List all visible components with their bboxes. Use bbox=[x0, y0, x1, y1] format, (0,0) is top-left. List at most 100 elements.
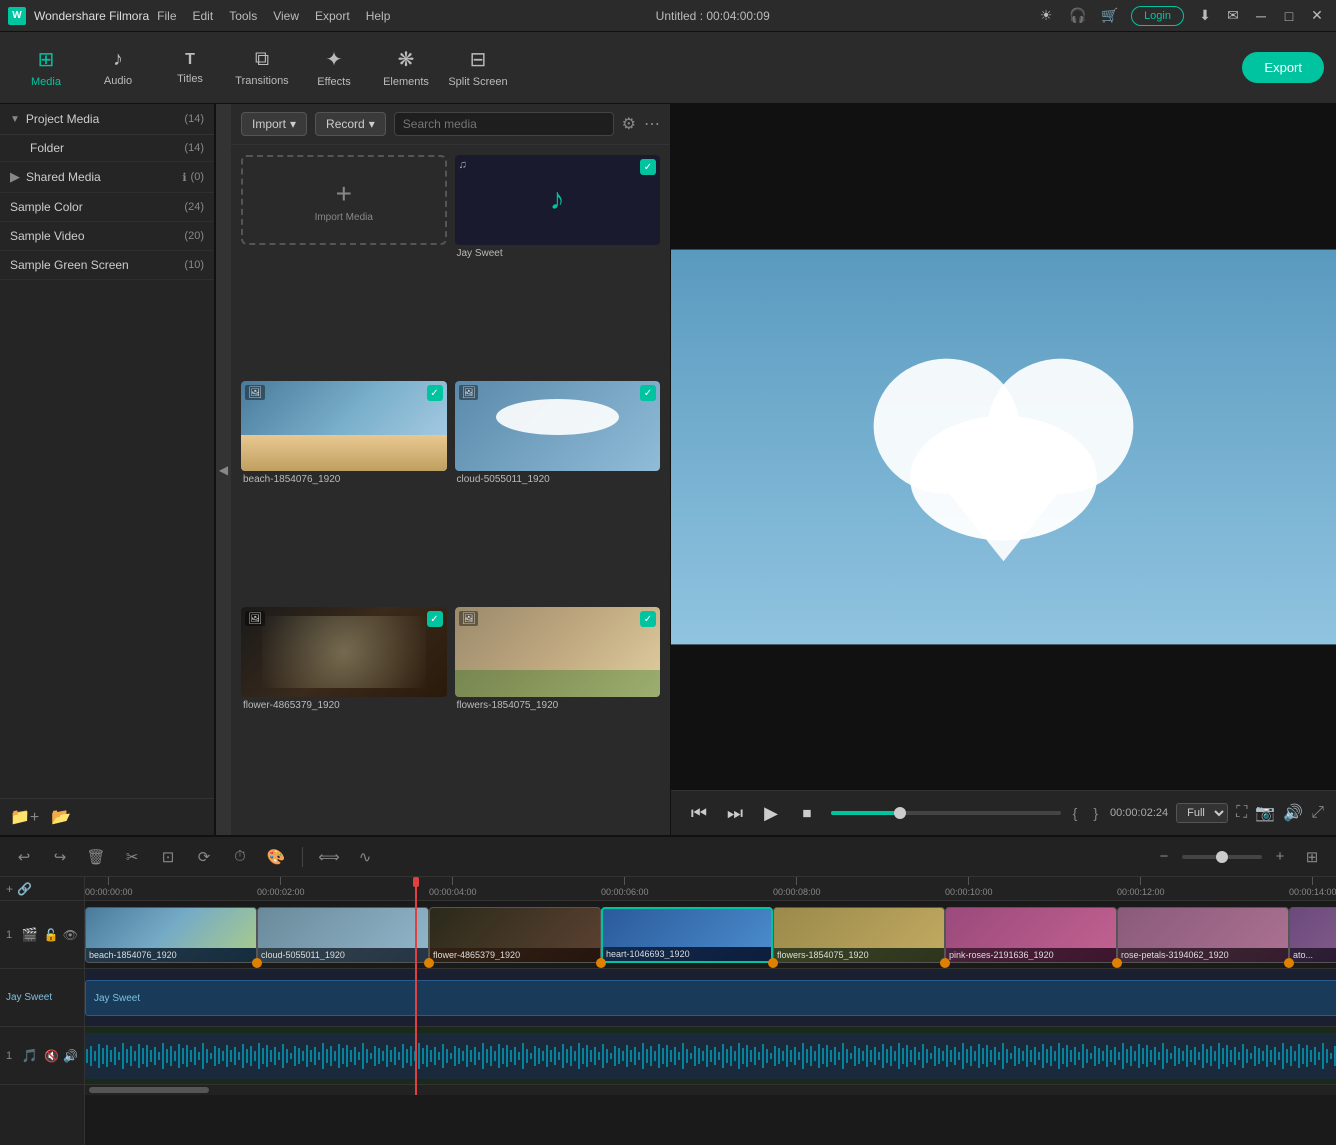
elements-label: Elements bbox=[383, 76, 429, 88]
import-media-label: Import Media bbox=[315, 212, 373, 223]
audio-wave-button[interactable]: ∿ bbox=[351, 843, 379, 871]
more-options-button[interactable]: ⤢ bbox=[1311, 804, 1324, 822]
toolbar-audio[interactable]: ♪ Audio bbox=[84, 38, 152, 98]
hide-track-button[interactable]: 👁 bbox=[63, 928, 78, 942]
mail-icon[interactable]: ✉ bbox=[1222, 5, 1244, 27]
color-button[interactable]: 🎨 bbox=[262, 843, 290, 871]
step-back-button[interactable]: ⏭ bbox=[719, 797, 751, 829]
beach-media-item[interactable]: 🖼 ✓ beach-1854076_1920 bbox=[241, 381, 447, 599]
go-start-button[interactable]: ⏮ bbox=[683, 797, 715, 829]
jay-sweet-track: Jay Sweet bbox=[85, 969, 1336, 1027]
timeline-scroll[interactable]: 00:00:00:00 00:00:02:00 00:00:04:00 bbox=[85, 877, 1336, 1145]
download-icon[interactable]: ⬇ bbox=[1194, 5, 1216, 27]
project-media-section[interactable]: ▼ Project Media (14) bbox=[0, 104, 214, 135]
out-point-button[interactable]: } bbox=[1089, 805, 1102, 821]
folder-icon[interactable]: 📂 bbox=[51, 807, 71, 827]
toolbar-titles[interactable]: T Titles bbox=[156, 38, 224, 98]
screenshot-button[interactable]: 📷 bbox=[1255, 803, 1275, 823]
cut-button[interactable]: ✂ bbox=[118, 843, 146, 871]
cart-icon[interactable]: 🛒 bbox=[1099, 5, 1121, 27]
rose2-clip[interactable]: rose-petals-3194062_1920 bbox=[1117, 907, 1289, 963]
progress-bar[interactable] bbox=[831, 811, 1061, 815]
sample-green-screen-item[interactable]: Sample Green Screen (10) bbox=[0, 251, 214, 280]
flowers-media-item[interactable]: 🖼 ✓ flowers-1854075_1920 bbox=[455, 607, 661, 825]
in-point-button[interactable]: { bbox=[1069, 805, 1082, 821]
quality-select[interactable]: Full bbox=[1176, 803, 1228, 823]
jay-sweet-clip[interactable]: Jay Sweet bbox=[85, 980, 1336, 1016]
login-button[interactable]: Login bbox=[1131, 6, 1184, 26]
export-button[interactable]: Export bbox=[1242, 52, 1324, 83]
mute-button[interactable]: 🔇 bbox=[44, 1049, 59, 1063]
maximize-button[interactable]: □ bbox=[1278, 5, 1300, 27]
cloud-media-item[interactable]: 🖼 ✓ cloud-5055011_1920 bbox=[455, 381, 661, 599]
folder-item[interactable]: Folder (14) bbox=[0, 135, 214, 162]
headphone-icon[interactable]: 🎧 bbox=[1067, 5, 1089, 27]
toolbar-splitscreen[interactable]: ⊟ Split Screen bbox=[444, 38, 512, 98]
toolbar-effects[interactable]: ✦ Effects bbox=[300, 38, 368, 98]
flowers2-clip[interactable]: flowers-1854075_1920 bbox=[773, 907, 945, 963]
redo-button[interactable]: ↪ bbox=[46, 843, 74, 871]
search-input[interactable] bbox=[394, 112, 614, 136]
progress-thumb[interactable] bbox=[894, 807, 906, 819]
window-controls: ⬇ ✉ ─ □ ✕ bbox=[1194, 5, 1328, 27]
add-track-button[interactable]: + bbox=[6, 882, 13, 896]
scrollbar-thumb[interactable] bbox=[89, 1087, 209, 1093]
rotate-button[interactable]: ⟳ bbox=[190, 843, 218, 871]
grid-view-button[interactable]: ⋯ bbox=[644, 114, 660, 134]
left-panel: ▼ Project Media (14) Folder (14) ▶ Share… bbox=[0, 104, 215, 835]
collapse-panel-button[interactable]: ◀ bbox=[215, 104, 231, 835]
menu-help[interactable]: Help bbox=[366, 9, 391, 23]
add-folder-icon[interactable]: 📁+ bbox=[10, 807, 39, 827]
audio-wave-clip[interactable]: // Generate waveform var path = ''; for … bbox=[85, 1033, 1336, 1079]
timeline-area: ↩ ↪ 🗑 ✂ ⊡ ⟳ ⏱ 🎨 ⟺ ∿ − + ⊞ + 🔗 1 🎬 bbox=[0, 835, 1336, 1145]
crop-button[interactable]: ⊡ bbox=[154, 843, 182, 871]
sun-icon[interactable]: ☀ bbox=[1035, 5, 1057, 27]
toolbar-media[interactable]: ⊞ Media bbox=[12, 38, 80, 98]
speed-button[interactable]: ⏱ bbox=[226, 843, 254, 871]
delete-button[interactable]: 🗑 bbox=[82, 843, 110, 871]
filter-button[interactable]: ⚙ bbox=[622, 114, 636, 134]
menu-view[interactable]: View bbox=[273, 9, 299, 23]
volume-button[interactable]: 🔊 bbox=[1283, 803, 1303, 823]
ruler-mark-7: 00:00:14:00 bbox=[1289, 877, 1336, 897]
flower-media-item[interactable]: 🖼 ✓ flower-4865379_1920 bbox=[241, 607, 447, 825]
fit-button[interactable]: ⊞ bbox=[1298, 843, 1326, 871]
zoom-in-button[interactable]: + bbox=[1266, 843, 1294, 871]
menu-edit[interactable]: Edit bbox=[193, 9, 214, 23]
last-clip[interactable]: ato... bbox=[1289, 907, 1336, 963]
play-button[interactable]: ▶ bbox=[755, 797, 787, 829]
link-button[interactable]: 🔗 bbox=[17, 882, 32, 896]
shared-media-item[interactable]: ▶ Shared Media ℹ (0) bbox=[0, 162, 214, 193]
jay-sweet-item[interactable]: ♪ ♫ ✓ Jay Sweet bbox=[455, 155, 661, 373]
menu-tools[interactable]: Tools bbox=[229, 9, 257, 23]
cloud-clip[interactable]: cloud-5055011_1920 bbox=[257, 907, 429, 963]
splitscreen-label: Split Screen bbox=[448, 76, 507, 88]
record-button[interactable]: Record ▾ bbox=[315, 112, 386, 136]
beach-clip[interactable]: beach-1854076_1920 bbox=[85, 907, 257, 963]
audio2-track-label: 1 🎵 🔇 🔊 bbox=[0, 1027, 84, 1085]
sample-color-item[interactable]: Sample Color (24) bbox=[0, 193, 214, 222]
toolbar-elements[interactable]: ❋ Elements bbox=[372, 38, 440, 98]
zoom-out-button[interactable]: − bbox=[1150, 843, 1178, 871]
minimize-button[interactable]: ─ bbox=[1250, 5, 1272, 27]
transition-button[interactable]: ⟺ bbox=[315, 843, 343, 871]
stop-button[interactable]: ⏹ bbox=[791, 797, 823, 829]
sample-video-item[interactable]: Sample Video (20) bbox=[0, 222, 214, 251]
folder-count: (14) bbox=[184, 142, 204, 154]
import-button[interactable]: Import ▾ bbox=[241, 112, 307, 136]
record-dropdown-icon: ▾ bbox=[369, 117, 375, 131]
toolbar-transitions[interactable]: ⧉ Transitions bbox=[228, 38, 296, 98]
close-button[interactable]: ✕ bbox=[1306, 5, 1328, 27]
undo-button[interactable]: ↩ bbox=[10, 843, 38, 871]
menu-export[interactable]: Export bbox=[315, 9, 350, 23]
zoom-slider[interactable] bbox=[1182, 855, 1262, 859]
volume-track-button[interactable]: 🔊 bbox=[63, 1049, 78, 1063]
menu-file[interactable]: File bbox=[157, 9, 176, 23]
import-media-item[interactable]: + Import Media bbox=[241, 155, 447, 373]
lock-track-button[interactable]: 🔓 bbox=[44, 928, 59, 942]
roses-clip[interactable]: pink-roses-2191636_1920 bbox=[945, 907, 1117, 963]
fullscreen-button[interactable]: ⛶ bbox=[1236, 804, 1247, 822]
flower-clip[interactable]: flower-4865379_1920 bbox=[429, 907, 601, 963]
heart-clip[interactable]: heart-1046693_1920 bbox=[601, 907, 773, 963]
sample-color-count: (24) bbox=[184, 201, 204, 213]
